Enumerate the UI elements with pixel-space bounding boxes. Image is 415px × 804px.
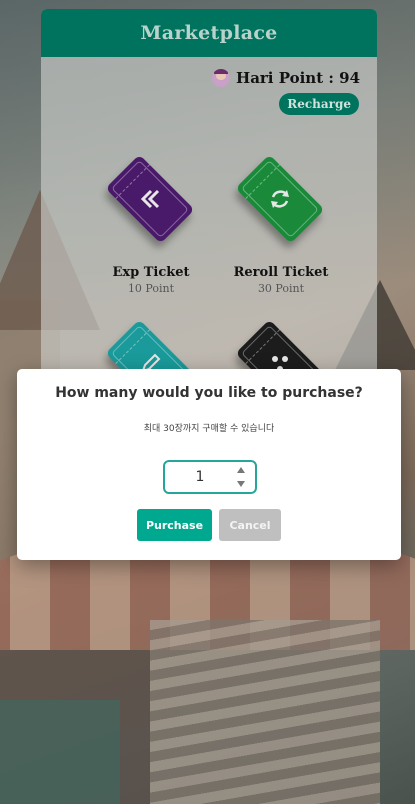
background-greenery	[0, 700, 120, 804]
marketplace-title: Marketplace	[140, 22, 278, 44]
chevrons-icon	[137, 186, 163, 212]
decrement-icon[interactable]	[237, 481, 245, 487]
dialog-subtitle: 최대 30장까지 구매할 수 있습니다	[143, 424, 275, 434]
purchase-button[interactable]: Purchase	[137, 509, 212, 541]
quantity-stepper[interactable]	[163, 460, 257, 494]
cancel-button[interactable]: Cancel	[219, 509, 281, 541]
purchase-dialog: How many would you like to purchase? 최대 …	[17, 369, 401, 560]
avatar	[212, 69, 231, 87]
ticket-price: 10 Point	[127, 282, 175, 295]
ticket-name: Reroll Ticket	[233, 265, 329, 280]
increment-icon[interactable]	[237, 467, 245, 473]
spinner[interactable]	[237, 467, 247, 487]
points-text: Hari Point : 94	[236, 69, 360, 87]
refresh-icon	[267, 186, 293, 212]
reroll-ticket-image	[235, 154, 325, 244]
ticket-card-exp[interactable]: Exp Ticket 10 Point	[81, 149, 221, 299]
points-display: Hari Point : 94	[212, 69, 360, 87]
dialog-title: How many would you like to purchase?	[55, 385, 363, 401]
ticket-name: Exp Ticket	[112, 265, 190, 280]
marketplace-header: Marketplace	[41, 9, 377, 57]
exp-ticket-image	[105, 154, 195, 244]
background-stairs	[150, 620, 380, 804]
ticket-card-reroll[interactable]: Reroll Ticket 30 Point	[211, 149, 351, 299]
quantity-input[interactable]	[165, 462, 235, 492]
recharge-button[interactable]: Recharge	[279, 93, 359, 115]
ticket-price: 30 Point	[257, 282, 305, 295]
